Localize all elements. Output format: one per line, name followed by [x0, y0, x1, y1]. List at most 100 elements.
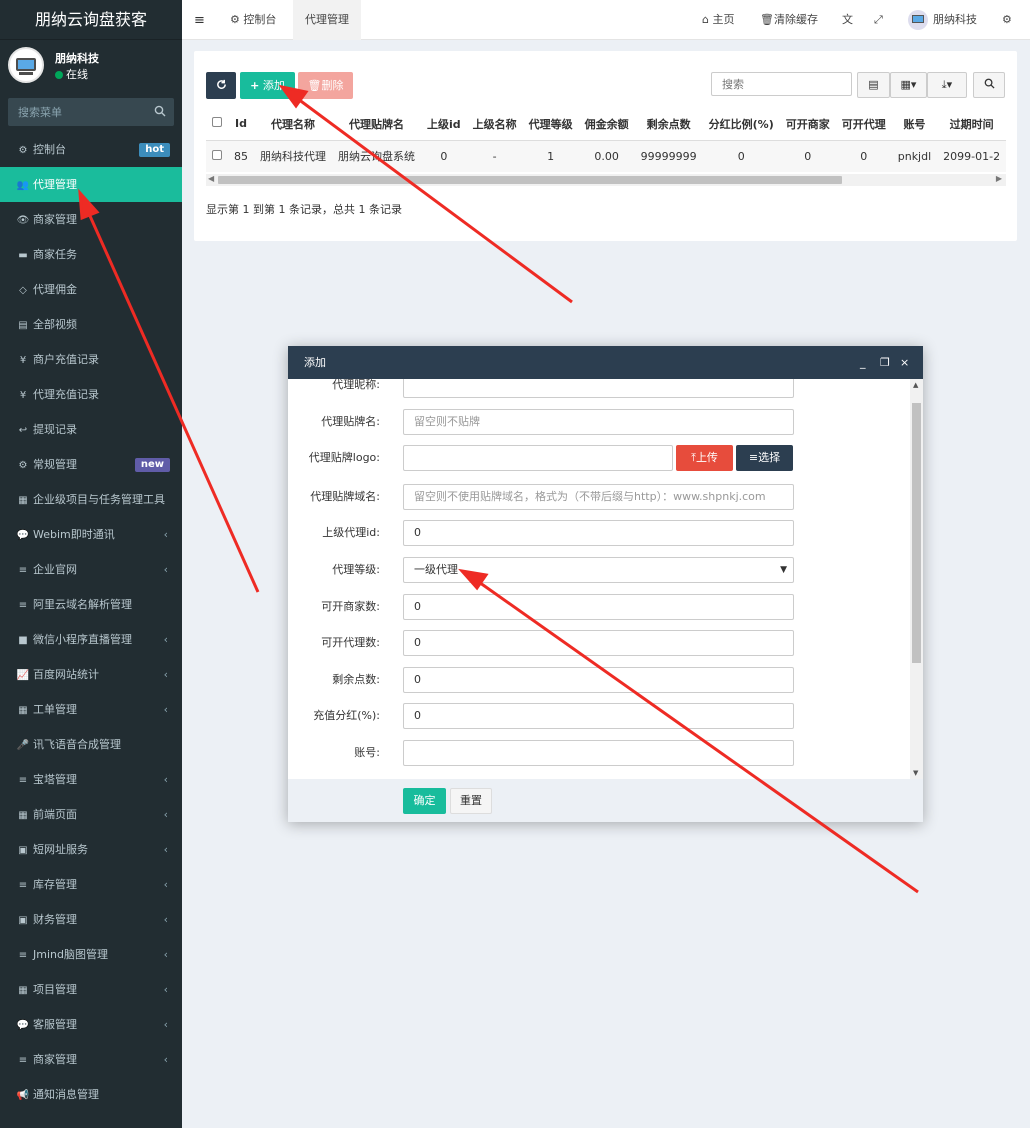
clear-cache-button[interactable]: 🗑清除缓存: [760, 0, 818, 40]
form-row-merchant-quota: 可开商家数: 0: [288, 594, 908, 620]
menu-toggle-icon[interactable]: ≡: [194, 13, 205, 28]
column-header[interactable]: 代理贴牌名: [332, 108, 421, 141]
menu-item-icon: ¥: [19, 390, 27, 401]
table-row[interactable]: 85 朋纳科技代理 朋纳云询盘系统 0-1 0.00 99999999 0 0 0 pnkjdl 2…: [206, 140, 1006, 172]
vertical-scrollbar[interactable]: ▲ ▼: [910, 379, 923, 779]
sidebar-item-22[interactable]: ▣ 财务管理 ‹: [0, 902, 182, 937]
sidebar-item-2[interactable]: 👁 商家管理: [0, 202, 182, 237]
parent-id-field[interactable]: 0: [403, 520, 794, 546]
choose-button[interactable]: ≡选择: [736, 445, 793, 471]
tab-agent-management[interactable]: 代理管理: [293, 0, 361, 40]
points-field[interactable]: 0: [403, 667, 794, 693]
select-all-checkbox[interactable]: [212, 117, 222, 128]
brand-name-field[interactable]: 留空则不贴牌: [403, 409, 794, 435]
sidebar-item-label: 常规管理: [33, 458, 77, 471]
confirm-button[interactable]: 确定: [403, 788, 446, 814]
language-icon[interactable]: 文: [842, 0, 853, 40]
sidebar-item-21[interactable]: ≡ 库存管理 ‹: [0, 867, 182, 902]
search-icon[interactable]: [154, 105, 166, 117]
sidebar-item-5[interactable]: ▤ 全部视频: [0, 307, 182, 342]
settings-gear-icon[interactable]: ⚙: [1002, 0, 1012, 40]
column-header[interactable]: 可开商家: [779, 108, 836, 141]
sidebar-item-1[interactable]: 👥 代理管理: [0, 167, 182, 202]
chevron-left-icon: ‹: [163, 1018, 168, 1031]
sidebar-item-23[interactable]: ≡ Jmind脑图管理 ‹: [0, 937, 182, 972]
agent-quota-field[interactable]: 0: [403, 630, 794, 656]
form-row-agent-level: 代理等级: 一级代理 ▼: [288, 557, 908, 583]
sidebar-item-19[interactable]: ▦ 前端页面 ‹: [0, 797, 182, 832]
horizontal-scrollbar[interactable]: ◀ ▶: [206, 174, 1006, 186]
sidebar-item-0[interactable]: ⚙ 控制台 hot: [0, 132, 182, 167]
home-link[interactable]: ⌂ 主页: [702, 0, 734, 40]
delete-button[interactable]: 🗑删除: [298, 72, 353, 99]
dividend-field[interactable]: 0: [403, 703, 794, 729]
agent-level-select[interactable]: 一级代理 ▼: [403, 557, 794, 583]
sidebar-item-7[interactable]: ¥ 代理充值记录: [0, 377, 182, 412]
sidebar-item-3[interactable]: ▬ 商家任务: [0, 237, 182, 272]
table-search-input[interactable]: [711, 72, 852, 96]
sidebar-item-20[interactable]: ▣ 短网址服务 ‹: [0, 832, 182, 867]
column-header[interactable]: Id: [228, 108, 254, 141]
column-header[interactable]: 剩余点数: [634, 108, 703, 141]
minimize-icon[interactable]: _: [860, 346, 866, 379]
scroll-left-icon[interactable]: ◀: [208, 174, 214, 183]
sidebar-item-14[interactable]: ■ 微信小程序直播管理 ‹: [0, 622, 182, 657]
table-cell: 2099-01-2: [937, 140, 1006, 172]
brand-title[interactable]: 朋纳云询盘获客: [0, 0, 182, 40]
menu-search-input[interactable]: [8, 98, 174, 126]
brand-logo-field[interactable]: [403, 445, 673, 471]
add-button[interactable]: + 添加: [240, 72, 295, 99]
sidebar-item-24[interactable]: ▦ 项目管理 ‹: [0, 972, 182, 1007]
column-header[interactable]: 上级id: [421, 108, 467, 141]
sidebar-item-12[interactable]: ≡ 企业官网 ‹: [0, 552, 182, 587]
toggle-view-button[interactable]: ▤: [857, 72, 890, 98]
refresh-button[interactable]: [206, 72, 236, 99]
sidebar-item-16[interactable]: ▦ 工单管理 ‹: [0, 692, 182, 727]
sidebar-item-6[interactable]: ¥ 商户充值记录: [0, 342, 182, 377]
chevron-left-icon: ‹: [163, 948, 168, 961]
sidebar-item-25[interactable]: 💬 客服管理 ‹: [0, 1007, 182, 1042]
sidebar-item-17[interactable]: 🎤 讯飞语音合成管理: [0, 727, 182, 762]
sidebar-item-11[interactable]: 💬 Webim即时通讯 ‹: [0, 517, 182, 552]
column-header[interactable]: 分红比例(%): [702, 108, 780, 141]
reset-button[interactable]: 重置: [450, 788, 492, 814]
brand-domain-field[interactable]: 留空则不使用贴牌域名，格式为（不带后缀与http）：www.shpnkj.com: [403, 484, 794, 510]
maximize-icon[interactable]: ❐: [880, 346, 890, 379]
export-dropdown-button[interactable]: ⤓▾: [927, 72, 967, 98]
tab-dashboard[interactable]: ⚙ 控制台: [218, 0, 288, 40]
sidebar-item-27[interactable]: 📢 通知消息管理: [0, 1077, 182, 1112]
advanced-search-button[interactable]: [973, 72, 1005, 98]
sidebar-item-26[interactable]: ≡ 商家管理 ‹: [0, 1042, 182, 1077]
scroll-thumb[interactable]: [912, 403, 921, 663]
menu-item-icon: 👥: [16, 180, 30, 191]
column-header[interactable]: 代理等级: [522, 108, 579, 141]
sidebar-item-15[interactable]: 📈 百度网站统计 ‹: [0, 657, 182, 692]
sidebar-item-8[interactable]: ↩ 提现记录: [0, 412, 182, 447]
scroll-right-icon[interactable]: ▶: [996, 174, 1002, 183]
avatar: [8, 47, 44, 83]
sidebar-item-18[interactable]: ≡ 宝塔管理 ‹: [0, 762, 182, 797]
scroll-thumb[interactable]: [218, 176, 842, 184]
scroll-up-icon[interactable]: ▲: [913, 381, 918, 389]
upload-button[interactable]: ⤒上传: [676, 445, 733, 471]
scroll-down-icon[interactable]: ▼: [913, 769, 918, 777]
header-user[interactable]: 朋纳科技: [908, 0, 977, 40]
sidebar-item-13[interactable]: ≡ 阿里云域名解析管理: [0, 587, 182, 622]
account-field[interactable]: [403, 740, 794, 766]
column-header[interactable]: 代理名称: [254, 108, 332, 141]
chevron-left-icon: ‹: [163, 1053, 168, 1066]
fullscreen-icon[interactable]: ⤢: [874, 0, 883, 40]
column-header[interactable]: 佣金余额: [578, 108, 635, 141]
nickname-field[interactable]: [403, 379, 794, 398]
column-header[interactable]: 过期时间: [937, 108, 1006, 141]
column-header[interactable]: 上级名称: [466, 108, 523, 141]
sidebar-item-4[interactable]: ◇ 代理佣金: [0, 272, 182, 307]
sidebar-item-9[interactable]: ⚙ 常规管理 new: [0, 447, 182, 482]
column-header[interactable]: 可开代理: [835, 108, 892, 141]
row-checkbox[interactable]: [212, 149, 222, 160]
columns-dropdown-button[interactable]: ▦▾: [890, 72, 927, 98]
column-header[interactable]: 账号: [891, 108, 938, 141]
merchant-quota-field[interactable]: 0: [403, 594, 794, 620]
close-icon[interactable]: ×: [900, 346, 909, 379]
sidebar-item-10[interactable]: ▦ 企业级项目与任务管理工具: [0, 482, 182, 517]
